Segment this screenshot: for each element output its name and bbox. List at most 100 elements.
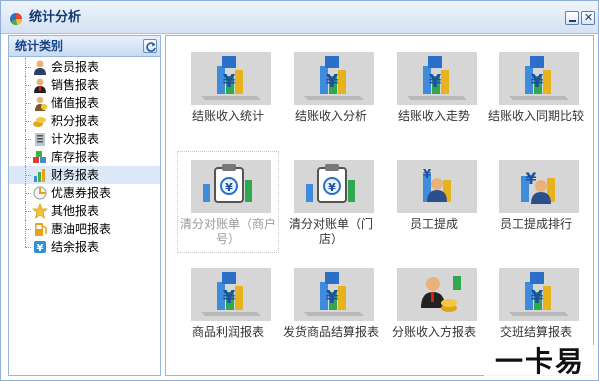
category-sidebar: 统计类别 会员报表销售报表储值报表积分报表计次报表库存报表财务报表优惠券报表其他…: [8, 35, 161, 376]
svg-text:¥: ¥: [531, 287, 544, 308]
sidebar-item[interactable]: 积分报表: [9, 112, 160, 130]
sidebar-item[interactable]: 其他报表: [9, 202, 160, 220]
reconcile-icon: ¥: [294, 160, 374, 213]
count-icon: [32, 131, 48, 147]
tree-connector: [25, 238, 26, 247]
app-icon: [8, 10, 24, 26]
stored-value-icon: [32, 95, 48, 111]
close-button[interactable]: ✕: [581, 11, 595, 25]
sidebar-item-label: 优惠券报表: [51, 186, 112, 200]
sidebar-item-label: 其他报表: [51, 204, 100, 218]
yen-chart-icon: ¥: [294, 52, 374, 105]
sidebar-item[interactable]: 会员报表: [9, 58, 160, 76]
sidebar-item[interactable]: ¥ 结余报表: [9, 238, 160, 256]
sidebar-item-label: 储值报表: [51, 96, 100, 110]
title-bar: 统计分析 ✕: [1, 1, 598, 34]
report-tile-label: 结账收入走势: [397, 109, 470, 123]
minimize-button[interactable]: [565, 11, 579, 25]
yen-chart-icon: ¥: [499, 268, 579, 321]
report-tile[interactable]: ¥ 员工提成排行: [486, 152, 586, 252]
tree-connector: [25, 193, 31, 194]
yen-chart-icon: ¥: [191, 268, 271, 321]
sidebar-item-label: 积分报表: [51, 114, 100, 128]
svg-text:¥: ¥: [225, 181, 233, 194]
sidebar-item-label: 结余报表: [51, 240, 100, 254]
sidebar-item[interactable]: 库存报表: [9, 148, 160, 166]
svg-text:¥: ¥: [525, 169, 536, 188]
sidebar-item-label: 库存报表: [51, 150, 100, 164]
yen-staff-icon: ¥: [499, 160, 579, 213]
svg-text:¥: ¥: [223, 71, 236, 92]
report-tile[interactable]: ¥ 清分对账单（商户号）: [177, 151, 279, 253]
fuel-icon: [32, 221, 48, 237]
sidebar-item[interactable]: 惠油吧报表: [9, 220, 160, 238]
report-tile[interactable]: ¥ 发货商品结算报表: [281, 260, 381, 360]
tree-connector: [25, 229, 31, 230]
refresh-icon: [146, 42, 156, 52]
yen-chart-icon: ¥: [294, 268, 374, 321]
report-tile-label: 分账收入方报表: [391, 325, 476, 339]
report-tile[interactable]: ¥ 清分对账单（门店）: [281, 152, 381, 252]
close-icon: ✕: [583, 11, 594, 24]
report-tile-label: 清分对账单（商户号）: [179, 217, 276, 246]
report-tile-label: 结账收入同期比较: [487, 109, 584, 123]
points-icon: [32, 113, 48, 129]
tree-connector: [25, 139, 31, 140]
yen-chart-icon: ¥: [397, 52, 477, 105]
report-tile-label: 结账收入统计: [191, 109, 264, 123]
member-icon: [32, 59, 48, 75]
report-tile-label: 员工提成: [409, 217, 458, 231]
sidebar-item[interactable]: 计次报表: [9, 130, 160, 148]
sidebar-item-label: 会员报表: [51, 60, 100, 74]
yen-chart-icon: ¥: [499, 52, 579, 105]
tree-connector: [25, 211, 31, 212]
staff-commission-icon: ¥: [397, 160, 477, 213]
sidebar-item-label: 惠油吧报表: [51, 222, 112, 236]
report-tile[interactable]: ¥ 结账收入同期比较: [486, 44, 586, 144]
report-tile-label: 清分对账单（门店）: [288, 217, 373, 246]
sidebar-item[interactable]: 优惠券报表: [9, 184, 160, 202]
report-tile[interactable]: ¥ 员工提成: [384, 152, 484, 252]
balance-icon: ¥: [32, 239, 48, 255]
window-title: 统计分析: [29, 10, 82, 25]
coupon-icon: [32, 185, 48, 201]
report-tile[interactable]: ¥ 结账收入走势: [384, 44, 484, 144]
report-tile-label: 发货商品结算报表: [282, 325, 379, 339]
sidebar-item[interactable]: 储值报表: [9, 94, 160, 112]
report-tile-panel: ¥ 结账收入统计 ¥ 结账收入分析 ¥ 结账收入走势 ¥ 结账收入同期比较 ¥ 清分对账单（商户号…: [165, 35, 594, 376]
inventory-icon: [32, 149, 48, 165]
reconcile-icon: ¥: [191, 160, 271, 213]
staff-coins-icon: [397, 268, 477, 321]
report-tile[interactable]: ¥ 商品利润报表: [178, 260, 278, 360]
report-tile-label: 结账收入分析: [294, 109, 367, 123]
star-icon: [32, 203, 48, 219]
brand-watermark: 一卡易: [484, 345, 596, 379]
sales-icon: [32, 77, 48, 93]
sidebar-item-label: 销售报表: [51, 78, 100, 92]
sidebar-header: 统计类别: [9, 36, 160, 57]
report-tile-label: 商品利润报表: [191, 325, 264, 339]
tree-connector: [25, 67, 31, 68]
svg-text:¥: ¥: [37, 243, 44, 254]
svg-text:¥: ¥: [326, 71, 339, 92]
sidebar-item-label: 财务报表: [51, 168, 100, 182]
sidebar-item[interactable]: 销售报表: [9, 76, 160, 94]
report-tile[interactable]: ¥ 结账收入统计: [178, 44, 278, 144]
sidebar-item[interactable]: 财务报表: [9, 166, 160, 184]
report-tile[interactable]: ¥ 结账收入分析: [281, 44, 381, 144]
tree-connector: [25, 175, 31, 176]
svg-text:¥: ¥: [423, 167, 432, 181]
tree-connector: [25, 121, 31, 122]
svg-text:¥: ¥: [531, 71, 544, 92]
report-tile-label: 交班结算报表: [499, 325, 572, 339]
refresh-button[interactable]: [143, 39, 157, 53]
sidebar-title: 统计类别: [15, 39, 64, 53]
svg-text:¥: ¥: [326, 287, 339, 308]
report-tile[interactable]: 分账收入方报表: [384, 260, 484, 360]
yen-chart-icon: ¥: [191, 52, 271, 105]
finance-icon: [32, 167, 48, 183]
tree-connector: [25, 85, 31, 86]
svg-text:¥: ¥: [429, 71, 442, 92]
svg-text:¥: ¥: [328, 181, 336, 194]
statistics-window: 统计分析 ✕ 统计类别 会员报表销售报表储值报表积分报表计次报表库存报表财务报表…: [0, 0, 599, 381]
